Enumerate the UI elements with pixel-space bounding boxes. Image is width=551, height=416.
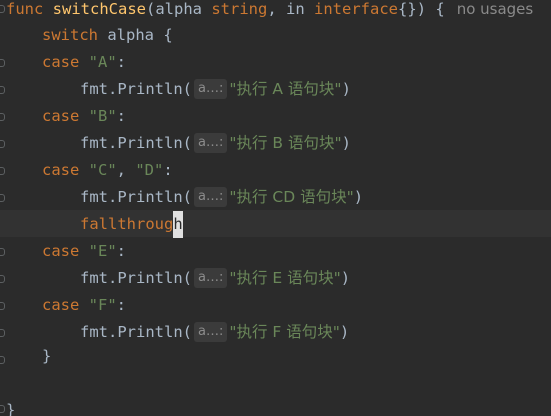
fold-marker-icon[interactable] xyxy=(0,194,5,202)
code-line-println-cd[interactable]: fmt.Println(a…: "执行 CD 语句块") xyxy=(80,184,363,211)
type-string: string xyxy=(211,0,268,18)
keyword-func: func xyxy=(6,0,44,18)
case-colon: : xyxy=(116,242,127,260)
code-line-case-e[interactable]: case "E": xyxy=(42,238,126,265)
code-line-close-switch[interactable]: } xyxy=(42,343,51,370)
code-line-switch[interactable]: switch alpha { xyxy=(42,22,173,49)
type-interface: interface xyxy=(314,0,399,18)
code-line-println-e[interactable]: fmt.Println(a…: "执行 E 语句块") xyxy=(80,265,350,292)
case-value: "F" xyxy=(88,296,117,314)
func-open-brace: ) { xyxy=(416,0,445,18)
code-line-println-b[interactable]: fmt.Println(a…: "执行 B 语句块") xyxy=(80,130,351,157)
fold-marker-icon[interactable] xyxy=(0,329,5,337)
fold-marker-icon[interactable] xyxy=(0,59,5,67)
usages-hint[interactable]: no usages xyxy=(457,0,534,18)
keyword-case: case xyxy=(42,107,80,125)
close-brace: } xyxy=(42,347,52,365)
fold-marker-icon[interactable] xyxy=(0,140,5,148)
fold-marker-icon[interactable] xyxy=(0,405,5,413)
function-name: switchCase xyxy=(52,0,146,18)
code-line-case-a[interactable]: case "A": xyxy=(42,49,126,76)
println-arg: "执行 B 语句块" xyxy=(229,134,342,152)
println-arg: "执行 E 语句块" xyxy=(229,269,341,287)
case-value: "B" xyxy=(88,107,117,125)
fold-marker-icon[interactable] xyxy=(0,113,5,121)
keyword-case: case xyxy=(42,242,80,260)
println-call: fmt.Println( xyxy=(80,269,192,287)
fold-marker-icon[interactable] xyxy=(0,356,5,364)
case-colon: : xyxy=(116,53,127,71)
close-paren: ) xyxy=(341,80,351,98)
println-arg: "执行 CD 语句块" xyxy=(229,188,354,206)
case-value: "E" xyxy=(88,242,117,260)
fold-marker-icon[interactable] xyxy=(0,167,5,175)
case-colon: : xyxy=(163,161,173,179)
println-call: fmt.Println( xyxy=(80,323,192,341)
code-editor[interactable]: func switchCase(alpha string, in interfa… xyxy=(0,0,551,416)
param-hint: a…: xyxy=(193,268,228,288)
param-hint: a…: xyxy=(193,79,228,99)
case-value: "A" xyxy=(88,53,117,71)
case-colon: : xyxy=(116,107,127,125)
case-separator: , xyxy=(116,161,136,179)
close-paren: ) xyxy=(353,188,364,206)
code-line-case-b[interactable]: case "B": xyxy=(42,103,126,130)
keyword-case: case xyxy=(42,161,80,179)
close-paren: ) xyxy=(339,323,350,341)
close-paren: ) xyxy=(341,134,351,152)
keyword-case: case xyxy=(42,53,80,71)
param-in: in xyxy=(286,0,315,18)
fold-marker-icon[interactable] xyxy=(0,86,5,94)
param-hint: a…: xyxy=(193,322,228,342)
interface-braces: {} xyxy=(398,0,417,18)
code-line-case-cd[interactable]: case "C", "D": xyxy=(42,157,173,184)
keyword-fallthrough: fallthroug xyxy=(80,215,174,233)
case-colon: : xyxy=(116,296,127,314)
param-hint: a…: xyxy=(193,187,228,207)
code-line-func-header[interactable]: func switchCase(alpha string, in interfa… xyxy=(6,0,533,23)
close-brace: } xyxy=(6,401,16,416)
fold-marker-icon[interactable] xyxy=(0,302,5,310)
text-caret: h xyxy=(173,211,183,238)
close-paren: ) xyxy=(340,269,351,287)
code-line-println-f[interactable]: fmt.Println(a…: "执行 F 语句块") xyxy=(80,319,349,346)
fold-marker-icon[interactable] xyxy=(0,5,5,13)
case-value-d: "D" xyxy=(135,161,164,179)
param-comma: , xyxy=(267,0,287,18)
println-arg: "执行 A 语句块" xyxy=(229,80,342,98)
open-paren: ( xyxy=(146,0,156,18)
case-value-c: "C" xyxy=(88,161,117,179)
code-line-fallthrough[interactable]: fallthrough xyxy=(80,211,183,238)
println-call: fmt.Println( xyxy=(80,80,192,98)
param-hint: a…: xyxy=(193,133,228,153)
param-alpha: alpha xyxy=(155,0,212,18)
fold-marker-icon[interactable] xyxy=(0,248,5,256)
code-line-case-f[interactable]: case "F": xyxy=(42,292,126,319)
keyword-switch: switch xyxy=(42,26,98,44)
fold-marker-icon[interactable] xyxy=(0,275,5,283)
switch-rest: alpha { xyxy=(98,26,173,44)
code-line-println-a[interactable]: fmt.Println(a…: "执行 A 语句块") xyxy=(80,76,351,103)
println-call: fmt.Println( xyxy=(80,188,192,206)
code-line-close-func[interactable]: } xyxy=(6,397,15,416)
keyword-case: case xyxy=(42,296,80,314)
println-arg: "执行 F 语句块" xyxy=(229,323,340,341)
println-call: fmt.Println( xyxy=(80,134,192,152)
